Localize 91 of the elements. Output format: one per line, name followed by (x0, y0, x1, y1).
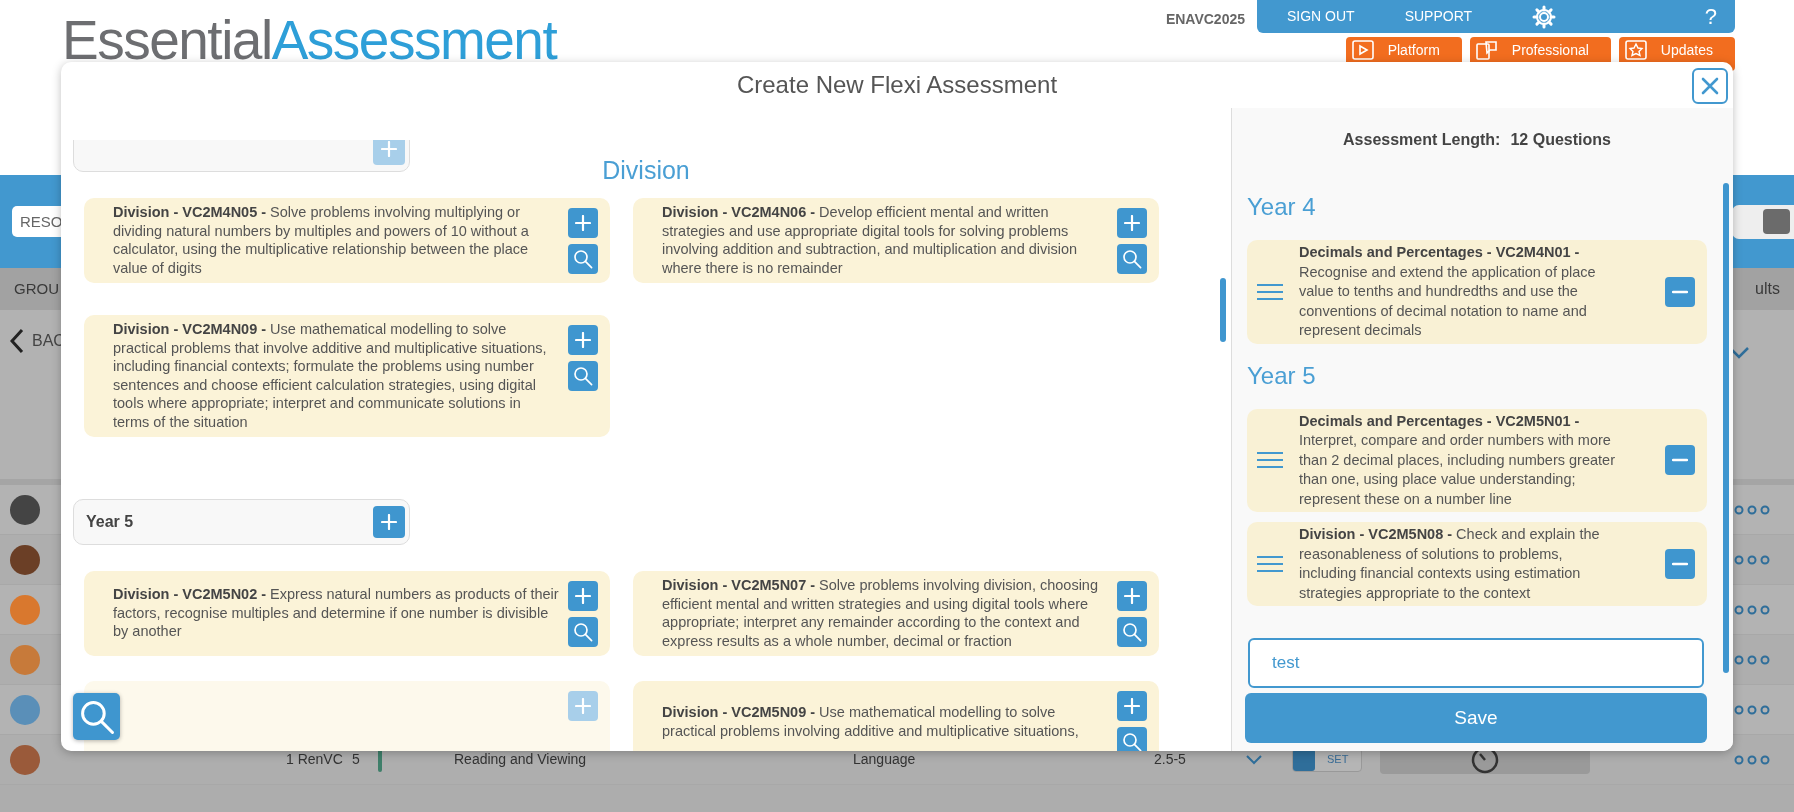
search-icon (573, 366, 593, 386)
outcome-text: Division - VC2M4N09 - Use mathematical modelling to solve practical problems that involve additive and multiplicative situations, including financial contexts; formulate the problems using number sentences and choose efficient calculation strategies, using digital tools where appropriate; interpret and communicate solutions in terms of the situation (113, 320, 548, 431)
search-icon (573, 249, 593, 269)
more-icon[interactable] (1734, 654, 1770, 665)
plus-icon (575, 215, 591, 231)
add-button[interactable] (568, 208, 598, 238)
name-field[interactable]: test (1248, 638, 1704, 688)
year-heading: Year 4 (1247, 192, 1317, 222)
search-icon (1122, 249, 1142, 269)
search-icon (573, 622, 593, 642)
more-icon[interactable] (1734, 754, 1770, 765)
minus-icon (1672, 289, 1688, 294)
drag-handle-icon[interactable] (1255, 450, 1285, 471)
minus-icon (1672, 562, 1688, 566)
plus-icon (381, 141, 397, 157)
add-button[interactable] (373, 506, 405, 538)
plus-icon (1124, 698, 1140, 714)
search-button[interactable] (73, 693, 120, 740)
search-icon (78, 698, 115, 735)
preview-button[interactable] (1117, 617, 1147, 647)
outcome-text: Decimals and Percentages - VC2M4N01 - Recognise and extend the application of place value to tenths and hundredths and use the conventions of decimal notation to name and represent decimals (1299, 243, 1597, 340)
preview-button[interactable] (568, 361, 598, 391)
length-label: Assessment Length: (1343, 131, 1501, 148)
year-label: Year 5 (86, 512, 134, 532)
drag-handle-icon[interactable] (1255, 554, 1285, 574)
table-cell-text: 2.5-5 (1154, 750, 1187, 769)
outcome-text: Division - VC2M4N05 - Solve problems involving multiplying or dividing natural numbers by multiples and powers of 10 without a calculator, using the multiplicative relationship between the place value of digits (113, 203, 530, 277)
save-button[interactable]: Save (1245, 693, 1707, 743)
remove-button[interactable] (1665, 445, 1695, 476)
table-cell-text: 1 RenVC (286, 750, 344, 769)
column-header: GROU (14, 278, 59, 299)
remove-button[interactable] (1665, 549, 1695, 579)
strand-heading: Division (601, 155, 691, 185)
add-button[interactable] (568, 325, 598, 355)
year-heading: Year 5 (1247, 360, 1317, 391)
table-cell-text: Language (853, 750, 917, 769)
column-header: ults (1755, 279, 1780, 299)
logo-text: EssentialAssessment (61, 8, 557, 72)
minus-icon (1672, 458, 1688, 463)
outcome-text: Division - VC2M4N06 - Develop efficient mental and written strategies and use appropriate digital tools for solving problems involving addition and subtraction, and multiplication and division where there is no remainder (662, 203, 1079, 277)
plus-icon (1124, 588, 1140, 604)
plus-icon (381, 514, 397, 530)
more-icon[interactable] (1734, 554, 1770, 565)
add-button[interactable] (1117, 208, 1147, 238)
more-icon[interactable] (1734, 704, 1770, 715)
chevron-left-icon (10, 328, 24, 354)
plus-icon (575, 332, 591, 348)
search-icon (1122, 622, 1142, 642)
chat-icon (1475, 40, 1498, 60)
table-cell-text: 5 (352, 750, 361, 769)
avatar-icon (10, 544, 40, 575)
toggle-switch[interactable] (1732, 204, 1794, 239)
preview-button[interactable] (1117, 727, 1147, 751)
nav-link[interactable]: SIGN OUT (1287, 6, 1355, 27)
outcome-text: Decimals and Percentages - VC2M5N01 - Interpret, compare and order numbers with more than 2 decimal places, including numbers greater than one, using place value understanding; represent these on a number line (1299, 411, 1616, 509)
outcome-text: Division - VC2M5N02 - Express natural numbers as products of their factors, recognise multiples and determine if one number is divisible by another (113, 585, 560, 641)
more-icon[interactable] (1734, 504, 1770, 515)
preview-button[interactable] (1117, 244, 1147, 274)
scrollbar[interactable] (1220, 278, 1226, 342)
settings-icon[interactable] (1532, 4, 1557, 29)
account-code: ENAVC2025 (1165, 10, 1246, 29)
add-button[interactable] (1117, 691, 1147, 721)
avatar-icon (10, 744, 40, 775)
preview-button[interactable] (568, 244, 598, 274)
nav-link[interactable]: SUPPORT (1404, 6, 1473, 27)
more-icon[interactable] (1734, 604, 1770, 615)
plus-icon (1124, 215, 1140, 231)
plus-icon (575, 698, 591, 714)
outcome-text: Division - VC2M5N08 - Check and explain the reasonableness of solutions to problems, including financial contexts using estimation strategies appropriate to the context (1299, 525, 1601, 603)
length-value: 12 Questions (1510, 131, 1611, 148)
preview-button[interactable] (568, 617, 598, 647)
close-button[interactable] (1692, 68, 1728, 104)
table-cell-text: Reading and Viewing (454, 750, 588, 769)
outcome-text: Division - VC2M5N07 - Solve problems involving division, choosing efficient mental and written strategies and using digital tools where appropriate; interpret any remainder according to the context and express results as a whole number, decimal or fraction (662, 576, 1099, 650)
play-icon (1351, 40, 1374, 60)
search-icon (1122, 732, 1142, 751)
outcome-text: Division - VC2M5N09 - Use mathematical modelling to solve practical problems involving additive and multiplicative situations, (662, 703, 1080, 740)
drag-handle-icon[interactable] (1255, 281, 1285, 302)
add-button[interactable] (1117, 581, 1147, 611)
scrollbar[interactable] (1723, 183, 1729, 673)
help-link[interactable]: ? (1704, 0, 1717, 33)
avatar-icon (10, 644, 40, 675)
modal-title: Create New Flexi Assessment (736, 70, 1058, 100)
close-icon (1701, 77, 1719, 95)
add-button[interactable] (568, 581, 598, 611)
plus-icon (575, 588, 591, 604)
avatar-icon (10, 494, 40, 525)
chevron-down-icon[interactable] (1245, 753, 1263, 766)
avatar-icon (10, 594, 40, 625)
remove-button[interactable] (1665, 276, 1695, 307)
avatar-icon (10, 694, 40, 725)
